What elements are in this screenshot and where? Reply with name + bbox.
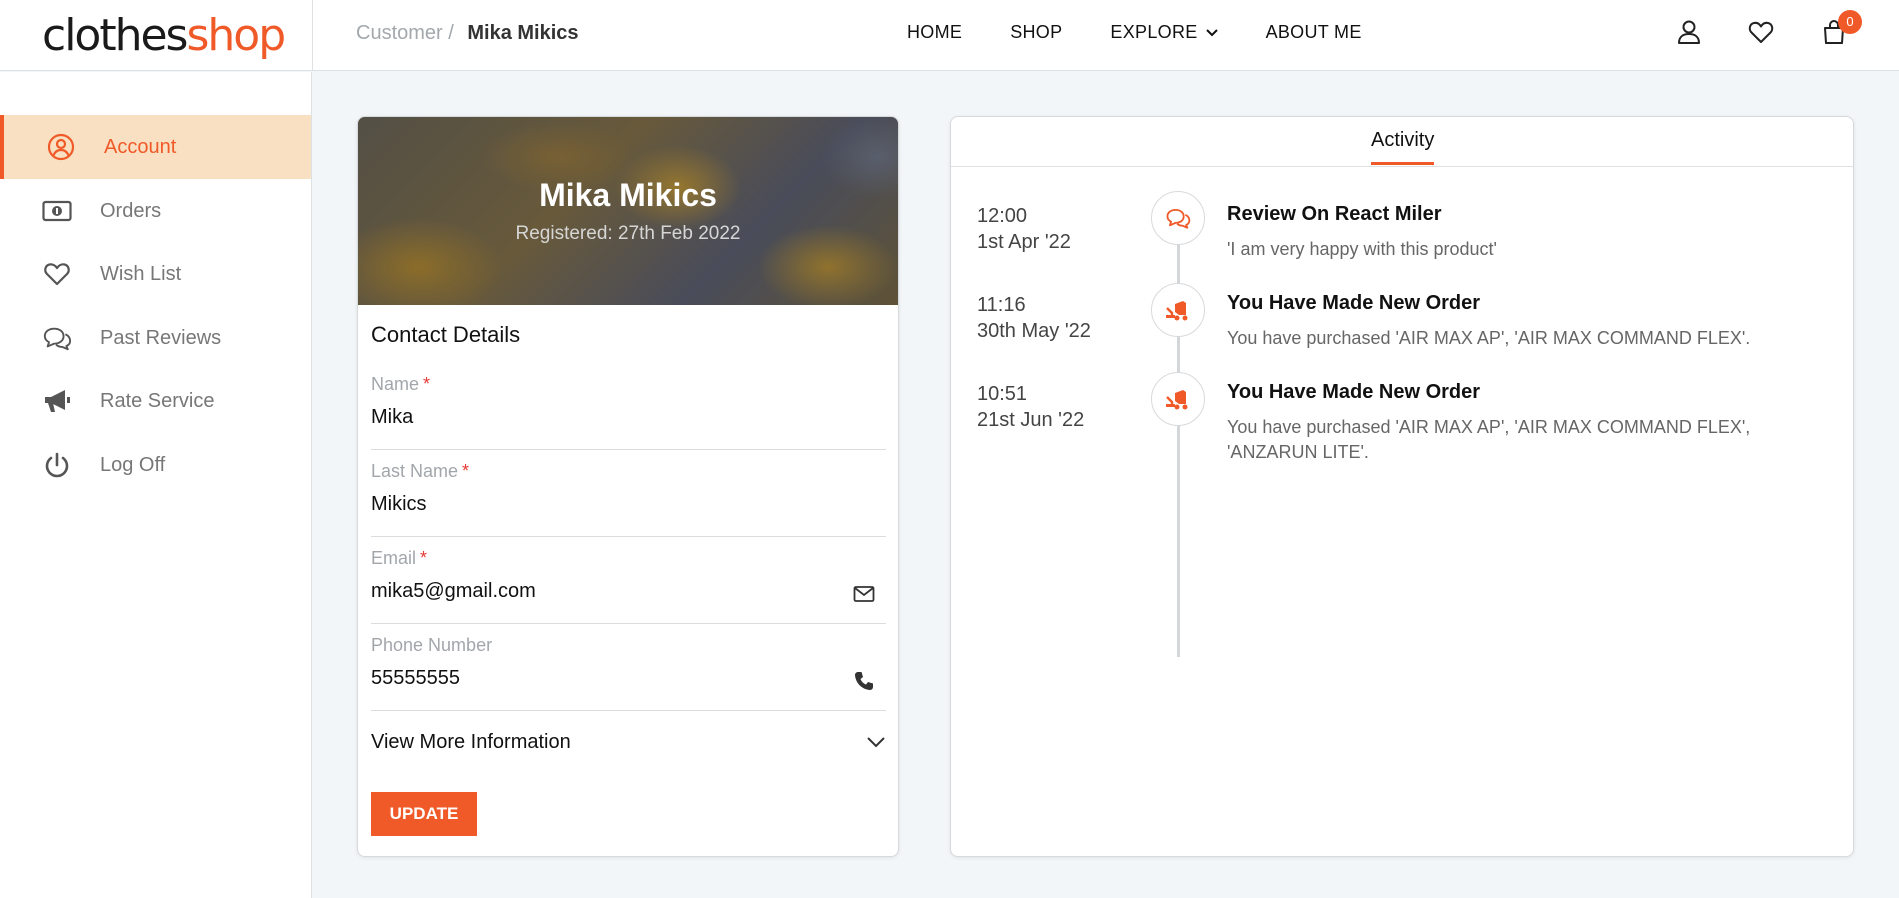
sidebar: Account Orders Wish List Past Reviews Ra… (0, 72, 312, 898)
logo[interactable]: clothesshop (42, 10, 286, 61)
view-more-information-toggle[interactable]: View More Information (371, 727, 886, 757)
logo-text-clothes: clothes (42, 10, 188, 61)
delivery-icon (1151, 283, 1205, 337)
main-nav: HOME SHOP EXPLORE ABOUT ME (907, 22, 1410, 43)
activity-tabbar: Activity (951, 117, 1853, 167)
activity-time-hour: 12:00 (977, 205, 1028, 227)
heart-icon[interactable] (1747, 18, 1775, 46)
activity-description: You have purchased 'AIR MAX AP', 'AIR MA… (1227, 328, 1751, 348)
sidebar-item-label: Rate Service (100, 389, 215, 412)
sidebar-item-wish-list[interactable]: Wish List (0, 242, 311, 306)
email-label-text: Email (371, 548, 417, 568)
power-icon (42, 450, 72, 480)
breadcrumb: Customer / Mika Mikics (356, 22, 579, 45)
contact-details-title: Contact Details (371, 322, 521, 347)
header-divider (312, 0, 313, 71)
activity-time: 12:00 1st Apr '22 (977, 203, 1071, 255)
activity-time-hour: 11:16 (977, 294, 1026, 316)
nav-explore[interactable]: EXPLORE (1110, 22, 1218, 43)
activity-title: Review On React Miler (1227, 203, 1442, 225)
name-label: Name * (371, 374, 430, 395)
email-label: Email * (371, 548, 427, 569)
nav-home[interactable]: HOME (907, 22, 962, 43)
registered-date: Registered: 27th Feb 2022 (515, 223, 741, 244)
logo-text-shop: shop (186, 10, 286, 61)
sidebar-item-rate-service[interactable]: Rate Service (0, 369, 311, 433)
comments-icon (42, 323, 72, 353)
user-icon[interactable] (1675, 18, 1703, 46)
activity-title: You Have Made New Order (1227, 292, 1481, 314)
activity-time-date: 21st Jun '22 (977, 409, 1085, 431)
profile-card: Mika Mikics Registered: 27th Feb 2022 Co… (357, 116, 899, 857)
name-label-text: Name (371, 374, 420, 394)
last-name-field: Last Name * (371, 461, 886, 537)
activity-description: You have purchased 'AIR MAX AP', 'AIR MA… (1227, 417, 1751, 462)
comments-icon (1151, 191, 1205, 245)
phone-input[interactable] (371, 667, 841, 690)
sidebar-item-label: Account (104, 135, 177, 158)
sidebar-item-label: Past Reviews (100, 326, 222, 349)
profile-banner: Mika Mikics Registered: 27th Feb 2022 (358, 117, 898, 305)
sidebar-item-label: Wish List (100, 262, 182, 285)
activity-time-date: 30th May '22 (977, 320, 1091, 342)
activity-card: Activity 12:00 1st Apr '22 Review On Reac… (950, 116, 1854, 857)
activity-time: 11:16 30th May '22 (977, 292, 1091, 344)
profile-name: Mika Mikics (539, 177, 717, 213)
update-button[interactable]: UPDATE (371, 792, 477, 836)
activity-time: 10:51 21st Jun '22 (977, 381, 1084, 433)
nav-home-label: HOME (907, 22, 963, 42)
email-field: Email * (371, 548, 886, 624)
phone-icon (855, 672, 873, 690)
megaphone-icon (42, 386, 72, 416)
breadcrumb-parent[interactable]: Customer / (356, 22, 454, 44)
money-icon (42, 196, 72, 226)
sidebar-item-log-off[interactable]: Log Off (0, 433, 311, 497)
sidebar-item-past-reviews[interactable]: Past Reviews (0, 306, 311, 370)
nav-about-label: ABOUT ME (1265, 22, 1362, 42)
activity-time-hour: 10:51 (977, 383, 1028, 405)
nav-about-me[interactable]: ABOUT ME (1266, 22, 1362, 43)
name-field: Name * (371, 374, 886, 450)
nav-shop-label: SHOP (1010, 22, 1063, 42)
phone-label: Phone Number (371, 635, 493, 655)
sidebar-item-label: Log Off (100, 453, 166, 476)
delivery-icon (1151, 372, 1205, 426)
required-mark: * (420, 548, 428, 568)
envelope-icon (853, 586, 875, 602)
view-more-label: View More Information (371, 730, 571, 753)
sidebar-item-label: Orders (100, 199, 162, 222)
sidebar-item-account[interactable]: Account (0, 115, 311, 179)
sidebar-item-orders[interactable]: Orders (0, 179, 311, 243)
nav-shop[interactable]: SHOP (1010, 22, 1062, 43)
activity-description: 'I am very happy with this product' (1227, 239, 1497, 259)
chevron-down-icon (1205, 28, 1218, 36)
chevron-down-icon (867, 737, 885, 748)
heart-icon (42, 259, 72, 289)
phone-field: Phone Number (371, 635, 886, 711)
cart-count-badge: 0 (1838, 10, 1862, 34)
tab-activity[interactable]: Activity (1371, 129, 1435, 165)
last-name-label-text: Last Name (371, 461, 459, 481)
required-mark: * (462, 461, 470, 481)
last-name-input[interactable] (371, 493, 841, 516)
breadcrumb-current: Mika Mikics (467, 22, 579, 44)
user-circle-icon (46, 132, 76, 162)
nav-explore-label: EXPLORE (1110, 22, 1198, 42)
required-mark: * (423, 374, 431, 394)
email-input[interactable] (371, 580, 841, 603)
name-input[interactable] (371, 406, 841, 429)
last-name-label: Last Name * (371, 461, 469, 482)
activity-time-date: 1st Apr '22 (977, 231, 1071, 253)
activity-title: You Have Made New Order (1227, 381, 1481, 403)
top-header: clothesshop Customer / Mika Mikics HOME … (0, 0, 1899, 71)
